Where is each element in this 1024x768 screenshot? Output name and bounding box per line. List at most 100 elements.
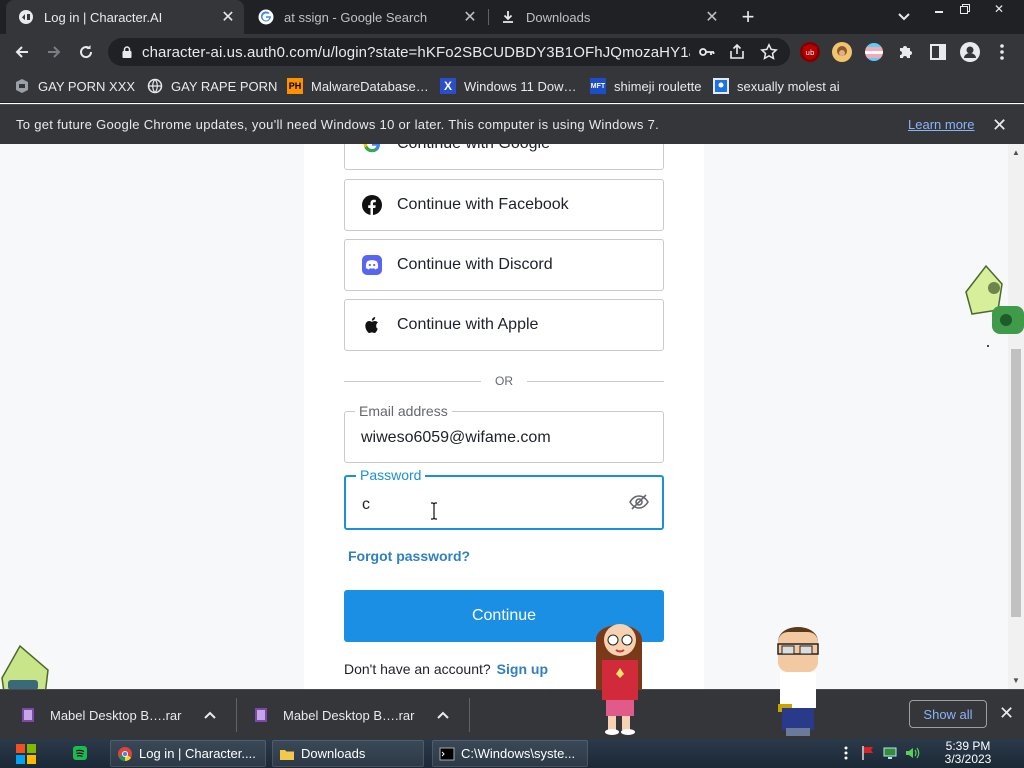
lock-icon[interactable] — [120, 45, 134, 59]
windows-start-icon[interactable] — [8, 740, 44, 767]
taskbar-explorer-button[interactable]: Downloads — [272, 740, 424, 767]
forgot-password-link[interactable]: Forgot password? — [348, 548, 470, 564]
show-hidden-icons-icon[interactable] — [838, 745, 854, 761]
scroll-up-arrow-icon[interactable]: ▲ — [1012, 148, 1020, 157]
bookmark-item[interactable]: PH MalwareDatabase… — [287, 77, 429, 95]
ph-icon: PH — [287, 78, 303, 94]
avatar-extension-icon[interactable] — [832, 42, 852, 62]
no-account-text: Don't have an account? — [344, 661, 491, 677]
side-panel-icon[interactable] — [928, 42, 948, 62]
character-ai-icon — [18, 9, 34, 25]
taskbar-cmd-button[interactable]: C:\Windows\syste... — [432, 740, 588, 767]
profile-avatar-icon[interactable] — [960, 42, 980, 62]
bookmark-item[interactable]: MFT shimeji roulette — [590, 77, 701, 95]
url-text[interactable]: character-ai.us.auth0.com/u/login?state=… — [142, 44, 690, 61]
system-clock[interactable]: 5:39 PM 3/3/2023 — [938, 740, 998, 766]
network-icon[interactable] — [882, 745, 898, 761]
password-field[interactable]: Password c — [344, 467, 664, 530]
window-close-icon[interactable]: ✕ — [984, 0, 1014, 18]
scroll-thumb[interactable] — [1011, 349, 1021, 617]
facebook-icon — [361, 194, 383, 216]
trans-flag-extension-icon[interactable] — [864, 42, 884, 62]
download-shelf: Mabel Desktop B….rar Mabel Desktop B….ra… — [0, 689, 1024, 739]
bookmark-star-icon[interactable] — [760, 43, 778, 61]
puzzle-site-icon — [713, 78, 729, 94]
share-icon[interactable] — [728, 43, 746, 61]
site-icon — [14, 78, 30, 94]
password-label: Password — [356, 467, 426, 483]
login-card: Continue with Google Continue with Faceb… — [304, 144, 704, 689]
chevron-up-icon[interactable] — [436, 708, 449, 722]
page-scrollbar[interactable]: ▲ ▼ — [1008, 144, 1024, 689]
password-value[interactable]: c — [362, 496, 370, 514]
tab-title: at ssign - Google Search — [284, 9, 428, 25]
cmd-icon — [439, 746, 455, 762]
back-button[interactable] — [10, 40, 34, 64]
bookmark-item[interactable]: X Windows 11 Dow… — [440, 77, 576, 95]
email-value[interactable]: wiweso6059@wifame.com — [361, 429, 551, 447]
new-tab-button[interactable]: + — [736, 4, 760, 29]
chrome-icon — [117, 746, 133, 762]
download-item[interactable]: Mabel Desktop B….rar — [20, 704, 216, 726]
google-icon — [258, 9, 274, 25]
discord-login-button[interactable]: Continue with Discord — [344, 239, 664, 291]
or-divider: OR — [344, 374, 664, 388]
tab-downloads[interactable]: Downloads ✕ — [488, 0, 728, 34]
key-icon[interactable] — [698, 43, 716, 61]
chrome-menu-icon[interactable] — [992, 42, 1012, 62]
close-tab-icon[interactable]: ✕ — [702, 7, 722, 27]
download-item[interactable]: Mabel Desktop B….rar — [253, 704, 449, 726]
ublock-extension-icon[interactable]: ub — [800, 42, 820, 62]
close-tab-icon[interactable]: ✕ — [218, 7, 238, 27]
shelf-close-icon[interactable]: ✕ — [999, 703, 1014, 724]
rar-file-icon — [253, 707, 269, 723]
tab-google-search[interactable]: at ssign - Google Search ✕ — [246, 0, 486, 34]
toggle-visibility-eye-icon[interactable] — [628, 493, 650, 511]
close-tab-icon[interactable]: ✕ — [460, 7, 480, 27]
action-center-flag-icon[interactable] — [860, 745, 876, 761]
tab-character-ai[interactable]: Log in | Character.AI ✕ — [6, 0, 244, 34]
taskbar-chrome-button[interactable]: Log in | Character.... — [110, 740, 266, 767]
clock-date: 3/3/2023 — [944, 752, 992, 766]
x-icon: X — [440, 78, 456, 94]
google-logo-icon — [361, 144, 383, 155]
bookmark-item[interactable]: GAY PORN XXX — [14, 77, 135, 95]
tab-title: Log in | Character.AI — [44, 9, 163, 25]
peridot-shimeji-character[interactable] — [958, 262, 1024, 352]
minimize-icon[interactable] — [926, 0, 952, 18]
email-field[interactable]: Email address wiweso6059@wifame.com — [344, 403, 664, 463]
show-all-button[interactable]: Show all — [909, 700, 987, 728]
chevron-up-icon[interactable] — [203, 708, 216, 722]
page-viewport: Continue with Google Continue with Faceb… — [0, 144, 1008, 689]
bookmark-item[interactable]: sexually molest ai — [713, 77, 840, 95]
google-login-button[interactable]: Continue with Google — [344, 144, 664, 170]
download-icon — [500, 9, 516, 25]
infobar-message: To get future Google Chrome updates, you… — [16, 117, 660, 132]
facebook-login-button[interactable]: Continue with Facebook — [344, 179, 664, 231]
restore-icon[interactable] — [952, 0, 978, 18]
volume-icon[interactable] — [904, 745, 920, 761]
download-divider — [469, 698, 470, 732]
spotify-taskbar-icon[interactable] — [72, 745, 88, 761]
reload-button[interactable] — [74, 40, 98, 64]
mabel-shimeji-character[interactable] — [586, 610, 652, 736]
tab-search-chevron-icon[interactable] — [893, 7, 915, 27]
scroll-down-arrow-icon[interactable]: ▼ — [1012, 676, 1020, 685]
hank-hill-shimeji-character[interactable] — [770, 620, 824, 738]
download-divider — [236, 698, 237, 732]
extensions-puzzle-icon[interactable] — [896, 42, 916, 62]
apple-login-button[interactable]: Continue with Apple — [344, 299, 664, 351]
windows-taskbar: Log in | Character.... Downloads C:\Wind… — [0, 739, 1024, 768]
email-label: Email address — [355, 403, 452, 419]
bookmark-item[interactable]: GAY RAPE PORN — [147, 77, 277, 95]
rar-file-icon — [20, 707, 36, 723]
forward-button[interactable] — [42, 40, 66, 64]
browser-toolbar: character-ai.us.auth0.com/u/login?state=… — [0, 34, 1024, 70]
sign-up-link[interactable]: Sign up — [497, 661, 548, 677]
learn-more-link[interactable]: Learn more — [908, 117, 974, 132]
infobar-close-icon[interactable]: ✕ — [992, 115, 1007, 136]
tab-strip: Log in | Character.AI ✕ at ssign - Googl… — [0, 0, 1024, 34]
address-bar[interactable]: character-ai.us.auth0.com/u/login?state=… — [108, 38, 790, 66]
divider-line — [527, 381, 664, 382]
download-filename: Mabel Desktop B….rar — [50, 707, 182, 723]
